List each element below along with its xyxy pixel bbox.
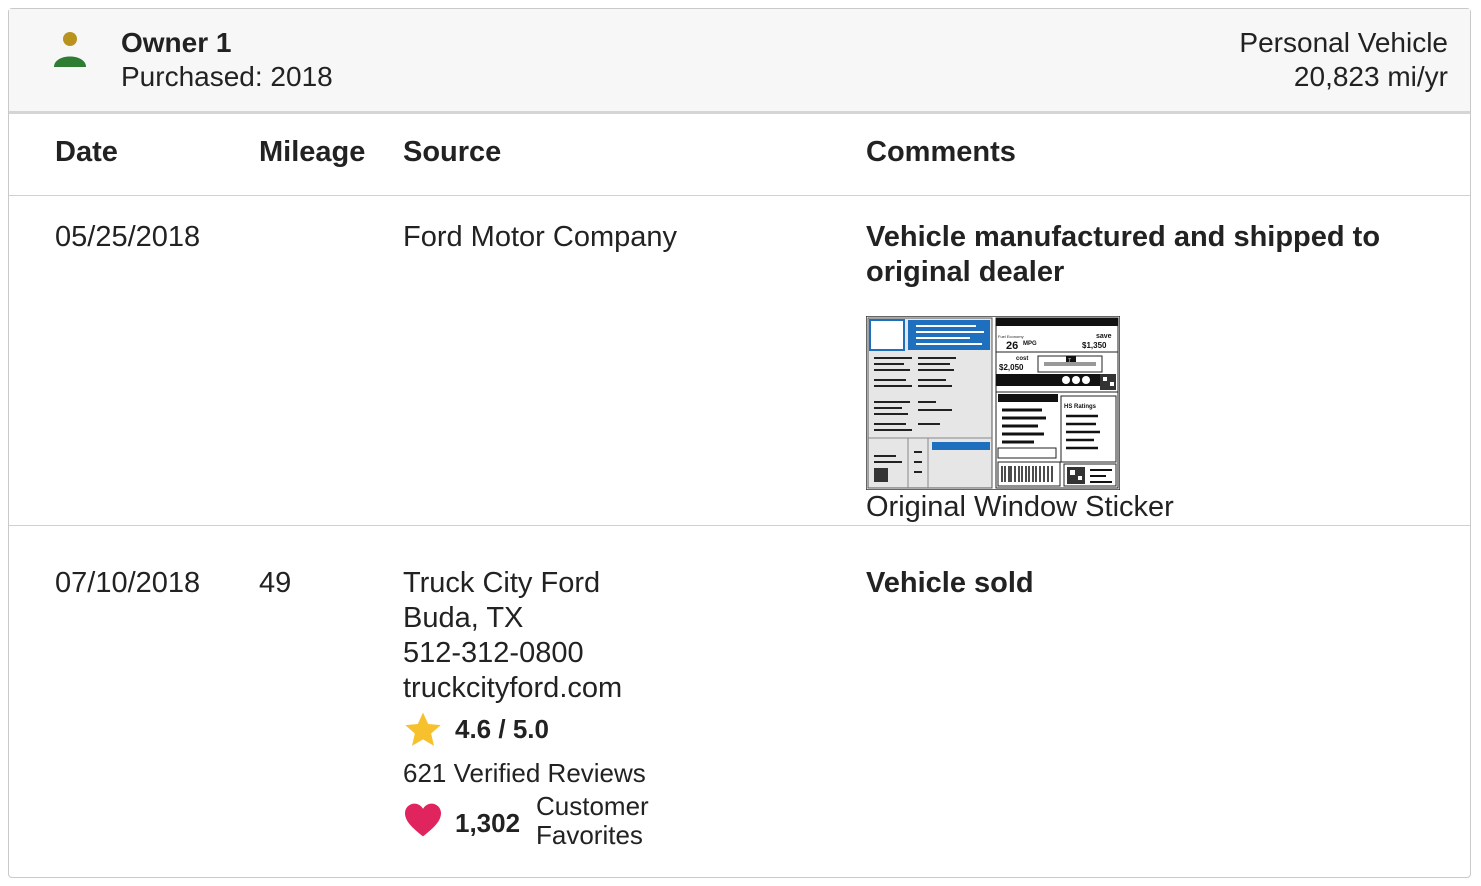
customer-favorites: 1,302 Customer Favorites <box>403 792 703 852</box>
svg-text:$2,050: $2,050 <box>999 363 1024 372</box>
table-row: 07/10/2018 49 Truck City Ford Buda, TX 5… <box>9 526 1470 886</box>
column-header-date: Date <box>55 136 118 168</box>
person-icon <box>54 32 86 67</box>
column-header-source: Source <box>403 136 502 168</box>
dealer-location: Buda, TX <box>403 602 524 634</box>
svg-text:save: save <box>1096 333 1112 340</box>
table-header: Date Mileage Source Comments <box>9 114 1470 196</box>
vehicle-type: Personal Vehicle <box>1239 27 1448 58</box>
row-date: 07/10/2018 <box>55 567 201 599</box>
svg-text:$1,350: $1,350 <box>1082 341 1107 350</box>
svg-text:HS Ratings: HS Ratings <box>1064 404 1097 410</box>
favorites-count: 1,302 <box>455 808 521 838</box>
rating-value: 4.6 / 5.0 <box>455 714 549 744</box>
dealer-website[interactable]: truckcityford.com <box>403 671 622 706</box>
dealer-phone[interactable]: 512-312-0800 <box>403 636 584 671</box>
sticker-mpg: 26 <box>1006 340 1018 352</box>
owner-name: Owner 1 <box>121 27 232 58</box>
star-icon <box>405 712 441 746</box>
dealer-name[interactable]: Truck City Ford <box>403 566 600 601</box>
window-sticker-thumbnail[interactable]: Fuel Economy 26 MPG save $1,350 cost $2,… <box>866 316 1120 490</box>
row-mileage: 49 <box>259 567 292 599</box>
column-header-comments: Comments <box>866 136 1016 168</box>
row-source: Ford Motor Company <box>403 221 677 253</box>
owner-purchased: Purchased: 2018 <box>121 61 333 92</box>
svg-text:cost: cost <box>1016 356 1028 362</box>
verified-reviews-link[interactable]: 621 Verified Reviews <box>403 758 646 789</box>
favorites-label: Customer Favorites <box>536 791 649 850</box>
column-header-mileage: Mileage <box>259 136 366 168</box>
row-date: 05/25/2018 <box>55 221 201 253</box>
vehicle-history-panel: Owner 1 Purchased: 2018 Personal Vehicle… <box>8 8 1471 878</box>
owner-header: Owner 1 Purchased: 2018 Personal Vehicle… <box>9 9 1470 114</box>
svg-text:MPG: MPG <box>1023 341 1037 347</box>
miles-per-year: 20,823 mi/yr <box>1293 61 1448 92</box>
heart-icon <box>405 803 441 837</box>
table-row: 05/25/2018 Ford Motor Company Vehicle ma… <box>9 196 1470 526</box>
window-sticker-link[interactable]: Original Window Sticker <box>866 491 1174 524</box>
row-comment: Vehicle sold <box>866 567 1034 599</box>
row-comment: Vehicle manufactured and shipped to orig… <box>866 221 1381 288</box>
svg-text:7: 7 <box>1068 358 1071 364</box>
svg-text:Fuel Economy: Fuel Economy <box>998 334 1024 339</box>
